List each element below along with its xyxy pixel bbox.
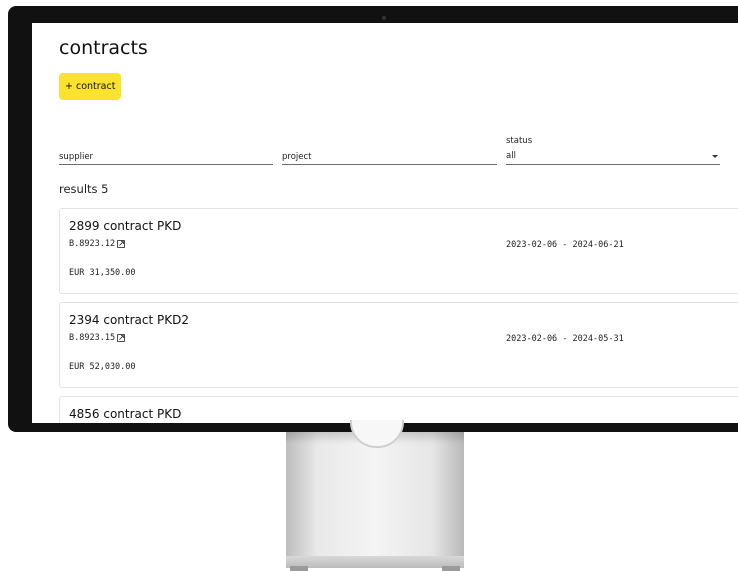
contract-title: 2899 contract PKD	[69, 219, 182, 233]
caret-down-icon[interactable]	[712, 155, 718, 158]
stand-foot-right	[442, 566, 460, 571]
camera-icon	[382, 16, 386, 20]
app-screen: contracts + contract status all results …	[32, 23, 738, 423]
monitor-bezel: contracts + contract status all results …	[8, 6, 738, 432]
contract-dates: 2023-02-06 - 2024-05-31	[506, 334, 624, 344]
external-link-icon[interactable]	[117, 240, 125, 248]
add-contract-label: + contract	[65, 81, 116, 92]
supplier-input[interactable]	[59, 152, 273, 162]
status-value: all	[506, 151, 516, 161]
project-filter[interactable]	[282, 136, 497, 165]
contract-card[interactable]: 2394 contract PKD2 B.8923.15 2023-02-06 …	[59, 302, 738, 388]
external-link-icon[interactable]	[117, 334, 125, 342]
contract-amount: EUR 31,350.00	[69, 268, 136, 278]
contract-title: 4856 contract PKD	[69, 407, 182, 421]
contract-amount: EUR 52,030.00	[69, 362, 136, 372]
add-contract-button[interactable]: + contract	[59, 73, 122, 100]
contract-ref: B.8923.12	[69, 239, 116, 249]
status-select[interactable]: status all	[506, 136, 720, 165]
contract-ref-link[interactable]: B.8923.15	[69, 333, 125, 343]
stand-foot-left	[290, 566, 308, 571]
results-count: results 5	[59, 182, 109, 196]
project-input[interactable]	[282, 152, 497, 162]
scene: contracts + contract status all results …	[0, 0, 738, 571]
supplier-filter[interactable]	[59, 136, 273, 165]
stand-base	[286, 556, 464, 568]
contract-dates: 2023-02-06 - 2024-06-21	[506, 240, 624, 250]
contract-ref: B.8923.15	[69, 333, 116, 343]
contract-title: 2394 contract PKD2	[69, 313, 189, 327]
contract-card[interactable]: 4856 contract PKD	[59, 396, 738, 423]
contract-ref-link[interactable]: B.8923.12	[69, 239, 125, 249]
page-title: contracts	[59, 37, 148, 59]
status-label: status	[506, 136, 533, 146]
monitor-stand	[286, 430, 464, 562]
contract-card[interactable]: 2899 contract PKD B.8923.12 2023-02-06 -…	[59, 208, 738, 294]
